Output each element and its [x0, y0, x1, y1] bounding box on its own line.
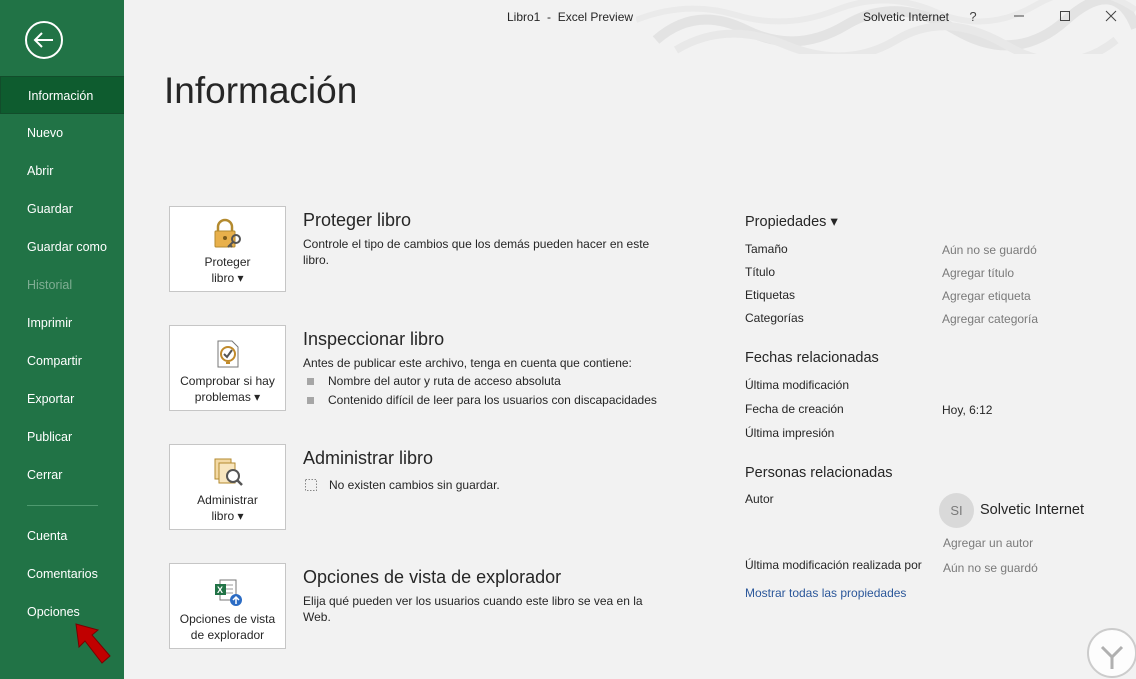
solvetic-logo-icon [1087, 628, 1136, 678]
inspect-bullet: Contenido difícil de leer para los usuar… [307, 393, 657, 407]
manage-workbook-label-1: Administrar [197, 493, 258, 507]
nav-publicar[interactable]: Publicar [0, 418, 124, 456]
inspect-workbook-desc: Antes de publicar este archivo, tenga en… [303, 356, 632, 370]
window-title: Libro1 - Excel Preview [507, 10, 634, 24]
created-date-label: Fecha de creación [745, 402, 844, 416]
backstage-nav: Información Nuevo Abrir Guardar Guardar … [0, 76, 124, 631]
page-title: Información [164, 70, 358, 111]
check-issues-label-2: problemas ▾ [194, 390, 261, 404]
protect-workbook-title: Proteger libro [303, 210, 412, 230]
nav-cuenta[interactable]: Cuenta [0, 517, 124, 555]
inspect-bullet: Nombre del autor y ruta de acceso absolu… [307, 374, 561, 388]
maximize-icon [1060, 11, 1070, 21]
nav-divider [27, 505, 98, 506]
manage-workbook-icon [214, 458, 243, 486]
browser-view-options-desc: Elija qué pueden ver los usuarios cuando… [303, 594, 643, 624]
protect-workbook-desc: Controle el tipo de cambios que los demá… [303, 237, 650, 267]
minimize-icon [1014, 15, 1024, 17]
last-printed-label: Última impresión [745, 426, 835, 440]
check-issues-button[interactable]: Comprobar si hay problemas ▾ [169, 325, 286, 411]
nav-imprimir[interactable]: Imprimir [0, 304, 124, 342]
prop-categories-label: Categorías [745, 311, 804, 325]
bullet-square-icon [307, 377, 314, 385]
nav-guardar-como[interactable]: Guardar como [0, 228, 124, 266]
last-modified-by-label: Última modificación realizada por [745, 558, 922, 572]
created-date-value: Hoy, 6:12 [942, 403, 993, 417]
back-arrow-icon [33, 32, 53, 48]
author-label: Autor [745, 492, 774, 506]
manage-workbook-title: Administrar libro [303, 448, 434, 468]
inspect-bullet-text: Contenido difícil de leer para los usuar… [328, 393, 657, 407]
manage-workbook-status: No existen cambios sin guardar. [304, 478, 500, 492]
prop-categories-input[interactable]: Agregar categoría [942, 312, 1038, 326]
nav-historial: Historial [27, 278, 73, 292]
inspect-document-icon [217, 340, 238, 368]
help-icon: ? [969, 8, 977, 24]
add-author-input[interactable]: Agregar un autor [943, 536, 1033, 550]
inspect-workbook-title: Inspeccionar libro [303, 329, 445, 349]
properties-dropdown[interactable]: Propiedades ▾ [745, 214, 838, 230]
avatar: SI [939, 493, 974, 528]
prop-size-label: Tamaño [745, 242, 788, 256]
browser-view-options-button[interactable]: X Opciones de vista de explorador [169, 563, 286, 649]
manage-workbook-button[interactable]: Administrar libro ▾ [169, 444, 286, 530]
prop-size-value: Aún no se guardó [942, 243, 1037, 257]
title-bar: Libro1 - Excel Preview Solvetic Internet… [124, 0, 1136, 54]
manage-workbook-label-2: libro ▾ [211, 509, 244, 523]
nav-compartir[interactable]: Compartir [0, 342, 124, 380]
bullet-square-icon [307, 396, 314, 404]
nav-abrir[interactable]: Abrir [0, 152, 124, 190]
svg-text:X: X [217, 585, 223, 595]
inspect-bullet-text: Nombre del autor y ruta de acceso absolu… [328, 374, 561, 388]
annotation-arrow-icon [75, 623, 111, 664]
browser-view-options-label-2: de explorador [190, 628, 265, 642]
close-icon [1105, 10, 1117, 22]
close-button[interactable] [1088, 0, 1134, 32]
browser-view-options-title: Opciones de vista de explorador [303, 567, 562, 587]
backstage-sidebar: Información Nuevo Abrir Guardar Guardar … [0, 0, 124, 679]
prop-title-input[interactable]: Agregar título [942, 266, 1014, 280]
browser-view-options-label-1: Opciones de vista [179, 612, 276, 626]
author-name[interactable]: Solvetic Internet [980, 502, 1084, 518]
prop-title-label: Título [745, 265, 776, 279]
nav-nuevo[interactable]: Nuevo [0, 114, 124, 152]
lock-key-icon [214, 218, 241, 248]
nav-guardar[interactable]: Guardar [0, 190, 124, 228]
related-dates-title: Fechas relacionadas [745, 350, 879, 366]
help-button[interactable]: ? [950, 0, 996, 32]
protect-workbook-button[interactable]: Proteger libro ▾ [169, 206, 286, 292]
back-button[interactable] [25, 21, 63, 59]
protect-workbook-label-2: libro ▾ [211, 271, 244, 285]
last-modified-by-value: Aún no se guardó [943, 561, 1038, 575]
check-issues-label-1: Comprobar si hay [180, 374, 275, 388]
last-modified-label: Última modificación [745, 378, 850, 392]
nav-exportar[interactable]: Exportar [0, 380, 124, 418]
nav-cerrar[interactable]: Cerrar [0, 456, 124, 494]
prop-tags-label: Etiquetas [745, 288, 796, 302]
nav-comentarios[interactable]: Comentarios [0, 555, 124, 593]
nav-informacion[interactable]: Información [0, 76, 124, 114]
minimize-button[interactable] [996, 0, 1042, 32]
signed-in-user[interactable]: Solvetic Internet [863, 10, 949, 24]
protect-workbook-label-1: Proteger [204, 255, 251, 269]
browser-view-options-icon: X [214, 579, 242, 606]
maximize-button[interactable] [1042, 0, 1088, 32]
manage-workbook-desc: No existen cambios sin guardar. [329, 478, 500, 492]
document-dotted-icon [305, 479, 317, 491]
prop-tags-input[interactable]: Agregar etiqueta [942, 289, 1031, 303]
show-all-properties-link[interactable]: Mostrar todas las propiedades [745, 586, 906, 600]
related-people-title: Personas relacionadas [745, 465, 893, 481]
